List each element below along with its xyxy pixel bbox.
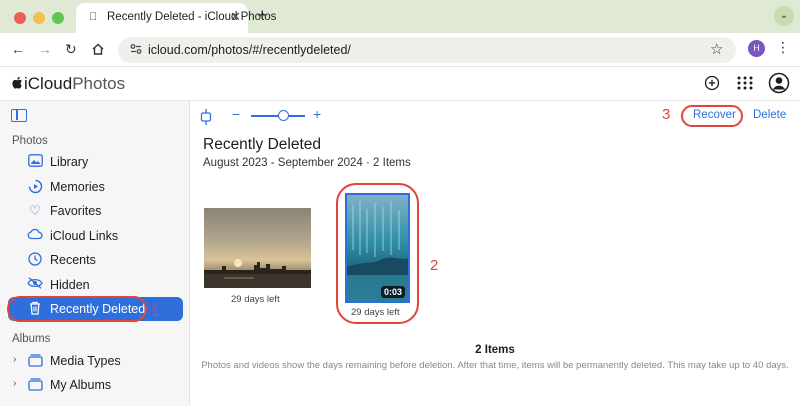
page-title: Recently Deleted (203, 136, 322, 153)
browser-menu-icon[interactable]: ⋮ (776, 39, 790, 56)
brand-icloud: iCloud (24, 74, 73, 93)
tab-title: Recently Deleted - iCloud Photos (107, 11, 277, 23)
url-text[interactable]: icloud.com/photos/#/recentlydeleted/ (148, 43, 351, 57)
sidebar-item-label: Library (50, 155, 89, 169)
close-tab-icon[interactable]: ✕ (230, 9, 241, 25)
forward-arrow-icon[interactable]: → (38, 41, 52, 57)
annotation-number-1: 1 (151, 303, 160, 320)
tab-search-chevron-icon[interactable]: ⌄ (774, 6, 794, 26)
sidebar-item-label: Hidden (50, 278, 90, 292)
sidebar-item-library[interactable]: Library (8, 150, 183, 174)
eye-slash-icon (27, 277, 43, 293)
site-settings-icon[interactable] (129, 42, 143, 59)
account-icon[interactable] (768, 72, 790, 99)
cloud-link-icon (27, 228, 43, 244)
browser-tab-bar:  Recently Deleted - iCloud Photos ✕ + ⌄ (0, 0, 800, 33)
date-range-subtitle: August 2023 - September 2024 · 2 Items (203, 157, 411, 169)
bookmark-star-icon[interactable]: ☆ (710, 40, 723, 58)
sidebar: Photos Library Memories ♡ Favorites iClo… (0, 101, 190, 406)
minimize-window-button[interactable] (33, 12, 45, 24)
sidebar-item-label: Media Types (50, 354, 121, 368)
sidebar-item-label: Favorites (50, 204, 102, 218)
memories-icon (27, 179, 43, 195)
stack-icon (27, 377, 43, 393)
sidebar-item-favorites[interactable]: ♡ Favorites (8, 199, 183, 223)
items-count-title: 2 Items (475, 344, 515, 356)
annotation-highlight-2 (336, 183, 419, 324)
sidebar-item-recents[interactable]: Recents (8, 248, 183, 272)
sidebar-item-hidden[interactable]: Hidden (8, 273, 183, 297)
library-icon (27, 154, 43, 170)
back-arrow-icon[interactable]: ← (11, 41, 25, 57)
icloud-header: iCloudPhotos (0, 67, 800, 101)
sidebar-item-icloud-links[interactable]: iCloud Links (8, 224, 183, 248)
sidebar-item-label: iCloud Links (50, 229, 119, 243)
home-icon[interactable] (91, 42, 105, 59)
sidebar-item-label: My Albums (50, 378, 112, 392)
fit-toggle-icon[interactable] (198, 108, 214, 131)
days-left-label: 29 days left (231, 294, 280, 305)
apple-logo-icon[interactable] (11, 76, 23, 90)
annotation-number-2: 2 (430, 257, 439, 274)
chevron-right-icon[interactable]: › (13, 378, 16, 389)
add-icon[interactable] (703, 74, 721, 97)
close-window-button[interactable] (14, 12, 26, 24)
reload-icon[interactable]: ↻ (65, 41, 77, 58)
sidebar-item-memories[interactable]: Memories (8, 175, 183, 199)
zoom-window-button[interactable] (52, 12, 64, 24)
clock-icon (27, 252, 43, 268)
sidebar-item-my-albums[interactable]: › My Albums (8, 373, 183, 397)
deletion-info-text: Photos and videos show the days remainin… (201, 360, 789, 371)
delete-button[interactable]: Delete (753, 109, 786, 121)
browser-tab[interactable]:  Recently Deleted - iCloud Photos ✕ (76, 3, 276, 33)
apple-favicon-icon:  (89, 11, 97, 23)
sidebar-section-photos: Photos (12, 135, 48, 147)
app-grid-icon[interactable] (736, 74, 754, 97)
app-brand[interactable]: iCloudPhotos (24, 74, 125, 94)
annotation-highlight-1 (7, 296, 147, 322)
new-tab-icon[interactable]: + (257, 5, 268, 26)
annotation-number-3: 3 (662, 106, 671, 123)
sidebar-item-label: Recents (50, 253, 96, 267)
profile-avatar[interactable]: H (748, 40, 765, 57)
browser-toolbar: ← → ↻ icloud.com/photos/#/recentlydelete… (0, 33, 800, 67)
annotation-highlight-3 (681, 105, 743, 127)
sidebar-toggle-icon[interactable] (11, 109, 27, 122)
zoom-in-icon[interactable]: + (313, 106, 321, 122)
zoom-slider-knob[interactable] (277, 110, 289, 121)
sidebar-item-label: Memories (50, 180, 105, 194)
brand-photos: Photos (72, 74, 126, 93)
heart-icon: ♡ (29, 203, 41, 218)
photo-thumbnail[interactable] (204, 208, 311, 288)
address-bar[interactable]: icloud.com/photos/#/recentlydeleted/ ☆ (118, 37, 736, 63)
zoom-out-icon[interactable]: − (232, 106, 240, 122)
